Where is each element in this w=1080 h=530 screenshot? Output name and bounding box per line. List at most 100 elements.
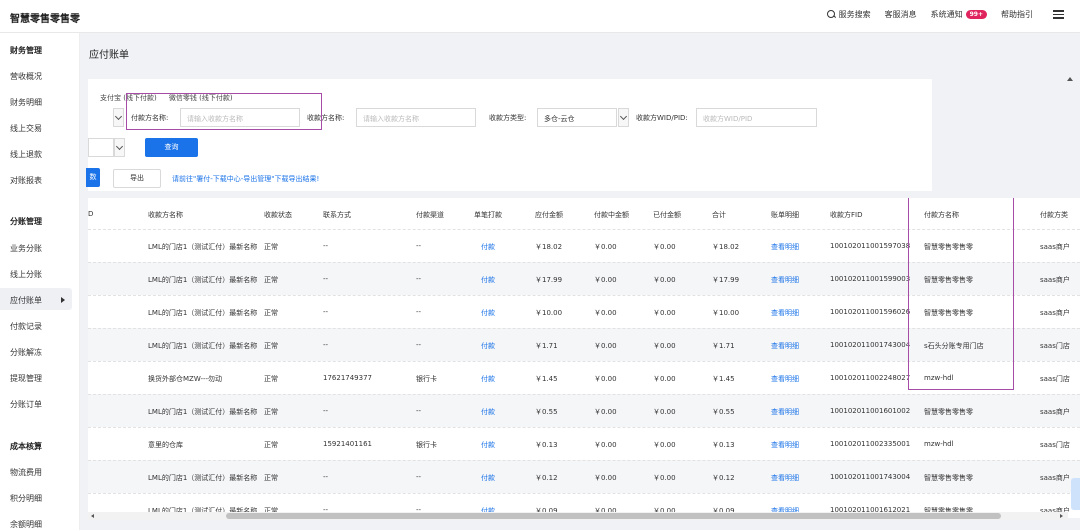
partial-select-dropdown-button[interactable] (114, 138, 125, 157)
horizontal-scrollbar[interactable] (88, 512, 1068, 520)
floating-side-tab[interactable] (1071, 478, 1080, 510)
cell-amount-paying: ￥0.00 (594, 474, 617, 482)
cell-receive-status: 正常 (264, 408, 278, 416)
cell-payee-fid: 100102011001743004 (830, 473, 911, 481)
sidebar-group-cost: 成本核算 (10, 442, 42, 451)
view-detail-link[interactable]: 查看明细 (771, 242, 799, 252)
scrollbar-thumb[interactable] (226, 513, 1001, 519)
sidebar-item-reconcile-report[interactable]: 对账报表 (10, 175, 42, 186)
pay-link[interactable]: 付款 (481, 308, 495, 318)
cell-payee-fid: 100102011001601002 (830, 407, 911, 415)
view-detail-link[interactable]: 查看明细 (771, 440, 799, 450)
cell-receive-status: 正常 (264, 474, 278, 482)
cell-receive-status: 正常 (264, 342, 278, 350)
top-nav: 服务搜索 客服消息 系统通知 99+ 帮助指引 (826, 9, 1064, 20)
cell-amount-due: ￥0.12 (535, 474, 558, 482)
service-search-label: 服务搜索 (838, 10, 871, 19)
pay-link[interactable]: 付款 (481, 374, 495, 384)
sidebar-item-withdraw[interactable]: 提现管理 (10, 373, 42, 384)
sidebar-item-split-unfreeze[interactable]: 分账解冻 (10, 347, 42, 358)
cell-payee-name: LML的门店1（测试汇付）最新名称 (148, 309, 258, 317)
service-message-link[interactable]: 客服消息 (885, 9, 917, 20)
service-search-link[interactable]: 服务搜索 (826, 9, 871, 20)
table-header-pay-channel: 付款渠道 (416, 211, 444, 219)
table-header-payee-name: 收款方名称 (148, 211, 183, 219)
view-detail-link[interactable]: 查看明细 (771, 374, 799, 384)
cell-payer-type: saas门店 (1040, 441, 1070, 449)
view-detail-link[interactable]: 查看明细 (771, 407, 799, 417)
payable-bill-table: D 收款方名称 收款状态 联系方式 付款渠道 单笔打款 应付金额 付款中金额 已… (88, 198, 1080, 518)
view-detail-link[interactable]: 查看明细 (771, 275, 799, 285)
sidebar-item-business-split[interactable]: 业务分账 (10, 243, 42, 254)
menu-icon[interactable] (1053, 10, 1064, 19)
payee-wid-input[interactable]: 收款方WID/PID (696, 108, 817, 127)
payee-name-input[interactable]: 请输入收款方名称 (356, 108, 476, 127)
sidebar-item-finance-detail[interactable]: 财务明细 (10, 97, 42, 108)
partial-select[interactable] (88, 138, 114, 157)
sidebar-item-online-refund[interactable]: 线上退款 (10, 149, 42, 160)
cell-contact: -- (323, 275, 329, 283)
cell-payer-name: 智慧零售零售零 (924, 474, 973, 482)
table-header-receive-status: 收款状态 (264, 211, 292, 219)
sidebar-item-online-trade[interactable]: 线上交易 (10, 123, 42, 134)
cell-amount-due: ￥17.99 (535, 276, 563, 284)
select-dropdown-button[interactable] (113, 108, 124, 127)
cell-total: ￥1.71 (712, 342, 735, 350)
cell-payer-type: saas商户 (1040, 474, 1070, 482)
table-header-id: D (88, 210, 94, 218)
view-detail-link[interactable]: 查看明细 (771, 341, 799, 351)
sidebar-item-online-split[interactable]: 线上分账 (10, 269, 42, 280)
scroll-right-icon[interactable] (1060, 514, 1063, 518)
cell-contact: -- (323, 473, 329, 481)
payee-wid-label: 收款方WID/PID: (636, 114, 688, 122)
cell-amount-paid: ￥0.00 (653, 375, 676, 383)
view-detail-link[interactable]: 查看明细 (771, 308, 799, 318)
cell-pay-channel: -- (416, 341, 422, 349)
payee-type-select[interactable]: 多仓-云仓 (537, 108, 617, 127)
system-notice-link[interactable]: 系统通知 99+ (931, 9, 987, 20)
pay-link[interactable]: 付款 (481, 242, 495, 252)
sidebar-item-payment-record[interactable]: 付款记录 (10, 321, 42, 332)
cell-amount-paid: ￥0.00 (653, 441, 676, 449)
table-header-contact: 联系方式 (323, 211, 351, 219)
pay-link[interactable]: 付款 (481, 407, 495, 417)
export-button[interactable]: 导出 (113, 169, 161, 188)
sidebar-item-payable-bill[interactable]: 应付账单 (10, 295, 42, 306)
cell-payer-type: saas商户 (1040, 309, 1070, 317)
cell-pay-channel: -- (416, 407, 422, 415)
caret-right-icon (61, 297, 65, 303)
cell-payee-fid: 100102011001597038 (830, 242, 911, 250)
export-hint-link[interactable]: 请前往"署付-下载中心-导出管理"下载导出结果! (172, 174, 319, 184)
cell-amount-paid: ￥0.00 (653, 408, 676, 416)
cell-contact: -- (323, 341, 329, 349)
cell-receive-status: 正常 (264, 375, 278, 383)
scroll-up-icon[interactable] (1067, 77, 1073, 81)
cell-amount-paid: ￥0.00 (653, 309, 676, 317)
sidebar-item-points-detail[interactable]: 积分明细 (10, 493, 42, 504)
sidebar-item-logistics-fee[interactable]: 物流费用 (10, 467, 42, 478)
sidebar: 财务管理 营收概况 财务明细 线上交易 线上退款 对账报表 分账管理 业务分账 … (0, 33, 80, 530)
pay-link[interactable]: 付款 (481, 341, 495, 351)
cell-payee-name: LML的门店1（测试汇付）最新名称 (148, 243, 258, 251)
partial-blue-button[interactable]: 数 (86, 168, 100, 187)
sidebar-item-balance-detail[interactable]: 余额明细 (10, 519, 42, 530)
cell-total: ￥10.00 (712, 309, 740, 317)
cell-pay-channel: -- (416, 308, 422, 316)
help-guide-link[interactable]: 帮助指引 (1001, 9, 1033, 20)
top-bar: 智慧零售零售零 服务搜索 客服消息 系统通知 99+ 帮助指引 (0, 0, 1080, 33)
pay-link[interactable]: 付款 (481, 275, 495, 285)
cell-pay-channel: 银行卡 (416, 441, 437, 449)
sidebar-item-split-order[interactable]: 分账订单 (10, 399, 42, 410)
pay-link[interactable]: 付款 (481, 473, 495, 483)
brand-name: 智慧零售零售零 (10, 14, 80, 25)
cell-total: ￥0.12 (712, 474, 735, 482)
cell-payer-type: saas商户 (1040, 276, 1070, 284)
pay-link[interactable]: 付款 (481, 440, 495, 450)
query-button[interactable]: 查询 (145, 138, 198, 157)
scroll-left-icon[interactable] (91, 514, 94, 518)
payee-type-dropdown-button[interactable] (618, 108, 629, 127)
sidebar-item-revenue-overview[interactable]: 营收概况 (10, 71, 42, 82)
cell-pay-channel: 银行卡 (416, 375, 437, 383)
cell-payee-name: 换货外部仓MZW---勿动 (148, 375, 223, 383)
view-detail-link[interactable]: 查看明细 (771, 473, 799, 483)
